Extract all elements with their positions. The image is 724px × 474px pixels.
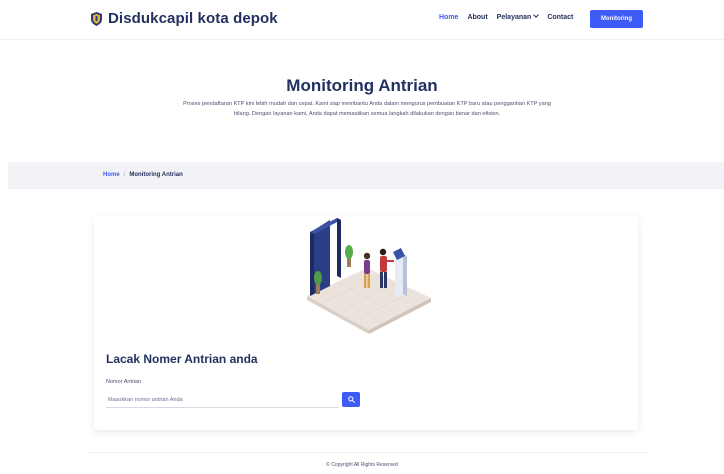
footer-divider (86, 452, 646, 453)
nav-pelayanan[interactable]: Pelayanan (496, 12, 540, 21)
monitoring-button[interactable]: Monitoring (590, 10, 643, 28)
brand[interactable]: Disdukcapil kota depok (91, 10, 278, 27)
breadcrumb: Home / Monitoring Antrian (103, 172, 183, 178)
chevron-down-icon (533, 12, 540, 18)
breadcrumb-current: Monitoring Antrian (129, 172, 183, 178)
nav-pelayanan-label: Pelayanan (496, 14, 532, 21)
main-nav: Home About Pelayanan Contact (439, 12, 573, 21)
queue-number-input[interactable] (106, 393, 338, 408)
nav-about[interactable]: About (467, 14, 487, 21)
queue-number-label: Nomor Antrian (106, 379, 142, 385)
nav-contact[interactable]: Contact (547, 14, 573, 21)
brand-name: Disdukcapil kota depok (108, 10, 278, 27)
tracker-title: Lacak Nomer Antrian anda (106, 352, 258, 366)
breadcrumb-bar: Home / Monitoring Antrian (8, 162, 724, 189)
navbar: Disdukcapil kota depok Home About Pelaya… (0, 0, 724, 40)
footer-copyright: © Copyright All Rights Reserved (326, 462, 398, 468)
search-button[interactable] (342, 392, 360, 407)
page-title: Monitoring Antrian (286, 76, 438, 95)
breadcrumb-separator: / (123, 172, 126, 178)
nav-home[interactable]: Home (439, 14, 458, 21)
shield-crest-icon (91, 11, 102, 26)
breadcrumb-home-link[interactable]: Home (103, 172, 120, 178)
search-icon (347, 396, 355, 403)
queue-tracker-card: Lacak Nomer Antrian anda Nomor Antrian (94, 216, 638, 430)
queue-kiosk-illustration (307, 218, 431, 334)
hero-description: Proses pendaftaran KTP kini lebih mudah … (183, 101, 551, 117)
